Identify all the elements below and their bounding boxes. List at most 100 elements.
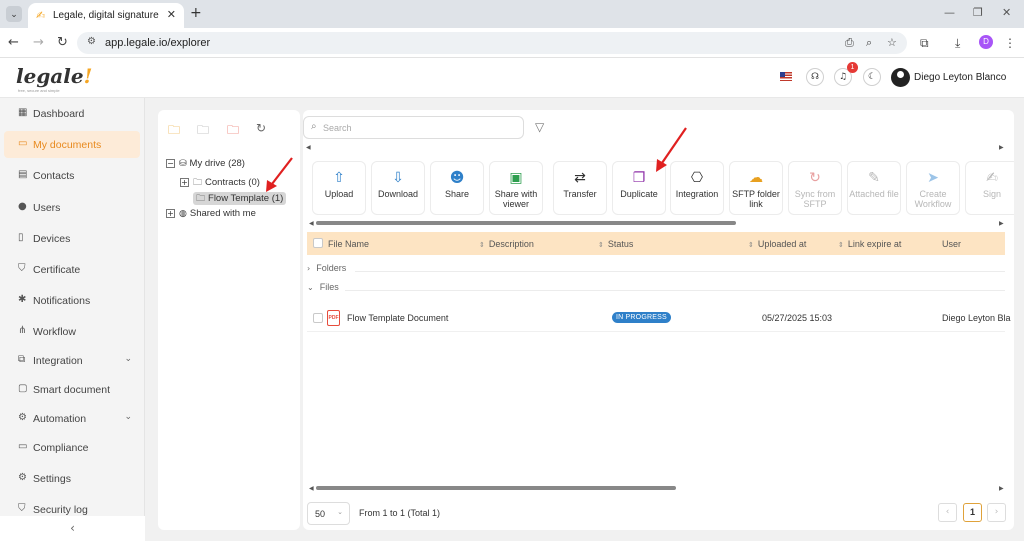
- tree-node-contracts[interactable]: + 🗀 Contracts (0): [180, 175, 260, 189]
- close-tab-icon[interactable]: ✕: [167, 8, 176, 21]
- column-file-name[interactable]: File Name: [328, 239, 369, 249]
- theme-toggle-icon[interactable]: ☾: [863, 68, 881, 86]
- user-avatar[interactable]: [891, 68, 910, 87]
- profile-avatar-icon[interactable]: D: [979, 35, 993, 49]
- address-bar[interactable]: ⚙ app.legale.io/explorer ⎙ ⌕ ☆: [77, 32, 907, 54]
- column-description[interactable]: ⇕ Description: [479, 239, 534, 249]
- downloads-icon[interactable]: ⤓: [955, 36, 960, 51]
- next-page-button[interactable]: ›: [987, 503, 1006, 522]
- site-info-icon[interactable]: ⚙: [87, 36, 96, 47]
- minimize-icon[interactable]: —: [944, 6, 955, 19]
- tree-node-shared[interactable]: + ◍ Shared with me: [166, 208, 256, 222]
- column-status[interactable]: ⇕ Status: [598, 239, 633, 249]
- share-with-viewer-button[interactable]: ▣ Share with viewer: [489, 161, 543, 215]
- legale-logo[interactable]: legale!: [16, 64, 92, 88]
- sidebar-item-integration[interactable]: ⧉ Integration ⌄: [4, 347, 140, 374]
- tab-title: Legale, digital signature: [53, 10, 159, 21]
- upload-button[interactable]: ⇧ Upload: [312, 161, 366, 215]
- divider: [345, 290, 1005, 291]
- column-user[interactable]: User: [942, 239, 961, 249]
- us-flag-icon[interactable]: [780, 72, 792, 81]
- tree-node-my-drive[interactable]: − ⛁ My drive (28): [166, 158, 245, 172]
- sidebar-item-compliance[interactable]: ▭ Compliance: [4, 434, 140, 461]
- files-group[interactable]: ⌄ Files: [307, 282, 1005, 298]
- browser-tab[interactable]: ✍ Legale, digital signature ✕: [28, 3, 184, 28]
- sidebar-item-contacts[interactable]: ▤ Contacts: [4, 162, 140, 189]
- drive-icon: ⛁: [179, 159, 187, 169]
- move-folder-icon[interactable]: 🗀: [197, 121, 209, 142]
- transfer-button[interactable]: ⇄ Transfer: [553, 161, 607, 215]
- duplicate-button[interactable]: ❐ Duplicate: [612, 161, 666, 215]
- file-name[interactable]: Flow Template Document: [347, 313, 448, 323]
- sidebar-item-settings[interactable]: ⚙ Settings: [4, 465, 140, 492]
- select-all-checkbox[interactable]: [313, 238, 323, 248]
- paperclip-icon: ✎: [868, 170, 880, 186]
- share-button[interactable]: ☻ Share: [430, 161, 484, 215]
- bookmark-star-icon[interactable]: ☆: [887, 36, 897, 49]
- user-name[interactable]: Diego Leyton Blanco: [914, 72, 1006, 83]
- address-book-icon: ▤: [18, 169, 28, 180]
- expand-node-icon[interactable]: +: [166, 208, 175, 218]
- search-box[interactable]: ⌕: [303, 116, 524, 139]
- forward-icon[interactable]: →: [33, 35, 44, 50]
- table-row[interactable]: PDF Flow Template Document IN PROGRESS 0…: [307, 306, 1011, 332]
- new-tab-icon[interactable]: +: [190, 5, 202, 21]
- new-folder-icon[interactable]: 🗀: [168, 121, 180, 142]
- sidebar-item-users[interactable]: ● Users: [4, 194, 140, 221]
- expand-node-icon[interactable]: +: [180, 177, 189, 187]
- horizontal-scrollbar[interactable]: [316, 221, 736, 225]
- create-workflow-button[interactable]: ➤ Create Workflow: [906, 161, 960, 215]
- delete-folder-icon[interactable]: 🗀: [227, 121, 239, 142]
- transfer-icon: ⇄: [574, 170, 586, 186]
- sidebar-item-automation[interactable]: ⚙ Automation ⌄: [4, 405, 140, 432]
- shield-icon: ⛉: [18, 503, 26, 514]
- user-circle-icon: ●: [18, 201, 27, 212]
- search-input[interactable]: [323, 119, 518, 136]
- support-icon[interactable]: ☊: [806, 68, 824, 86]
- scroll-right-icon[interactable]: ▶: [999, 485, 1004, 492]
- folders-group[interactable]: › Folders: [307, 263, 1005, 279]
- sftp-folder-link-button[interactable]: ☁ SFTP folder link: [729, 161, 783, 215]
- prev-page-button[interactable]: ‹: [938, 503, 957, 522]
- integration-button[interactable]: ⎔ Integration: [670, 161, 724, 215]
- collapse-node-icon[interactable]: −: [166, 158, 175, 168]
- sidebar-item-workflow[interactable]: ⋔ Workflow: [4, 318, 140, 345]
- refresh-icon[interactable]: ↻: [256, 121, 266, 135]
- tree-node-flow-template[interactable]: 🗀 Flow Template (1): [193, 191, 287, 205]
- extensions-icon[interactable]: ⧉: [920, 36, 929, 51]
- sign-button[interactable]: ✍ Sign: [965, 161, 1014, 215]
- document-icon: ▢: [18, 383, 28, 394]
- back-icon[interactable]: ←: [8, 35, 19, 50]
- filter-icon[interactable]: ▽: [535, 120, 544, 134]
- attached-file-button[interactable]: ✎ Attached file: [847, 161, 901, 215]
- reload-icon[interactable]: ↻: [57, 35, 68, 50]
- download-button[interactable]: ⇩ Download: [371, 161, 425, 215]
- restore-icon[interactable]: ❐: [973, 6, 983, 19]
- zoom-icon[interactable]: ⌕: [866, 36, 872, 50]
- sidebar-item-dashboard[interactable]: ▦ Dashboard: [4, 100, 140, 127]
- sidebar-item-certificate[interactable]: ⛉ Certificate: [4, 256, 140, 283]
- collapse-sidebar-icon[interactable]: ‹: [0, 516, 145, 541]
- scroll-left-icon[interactable]: ◀: [309, 485, 314, 492]
- column-link-expire-at[interactable]: ⇕ Link expire at: [838, 239, 901, 249]
- horizontal-scrollbar[interactable]: [316, 486, 676, 490]
- scroll-right-icon[interactable]: ▶: [999, 220, 1004, 227]
- sidebar-item-devices[interactable]: ▯ Devices: [4, 225, 140, 252]
- browser-menu-icon[interactable]: ⋮: [1004, 36, 1016, 50]
- user-plus-icon: ☻: [449, 170, 465, 186]
- row-checkbox[interactable]: [313, 313, 323, 323]
- divider: [355, 271, 1005, 272]
- page-size-select[interactable]: 50 ⌄: [307, 502, 350, 525]
- sync-from-sftp-button[interactable]: ↻ Sync from SFTP: [788, 161, 842, 215]
- install-app-icon[interactable]: ⎙: [845, 36, 854, 50]
- page-1-button[interactable]: 1: [963, 503, 982, 522]
- browser-tab-bar: ⌄ ✍ Legale, digital signature ✕ + — ❐ ✕: [0, 0, 1024, 28]
- sidebar-item-smart-document[interactable]: ▢ Smart document: [4, 376, 140, 403]
- scroll-left-icon[interactable]: ◀: [309, 220, 314, 227]
- tab-search-icon[interactable]: ⌄: [6, 6, 22, 22]
- close-window-icon[interactable]: ✕: [1002, 6, 1011, 19]
- dashboard-icon: ▦: [18, 107, 28, 118]
- sidebar-item-my-documents[interactable]: ▭ My documents: [4, 131, 140, 158]
- sidebar-item-notifications[interactable]: ✱ Notifications: [4, 287, 140, 314]
- column-uploaded-at[interactable]: ⇕ Uploaded at: [748, 239, 806, 249]
